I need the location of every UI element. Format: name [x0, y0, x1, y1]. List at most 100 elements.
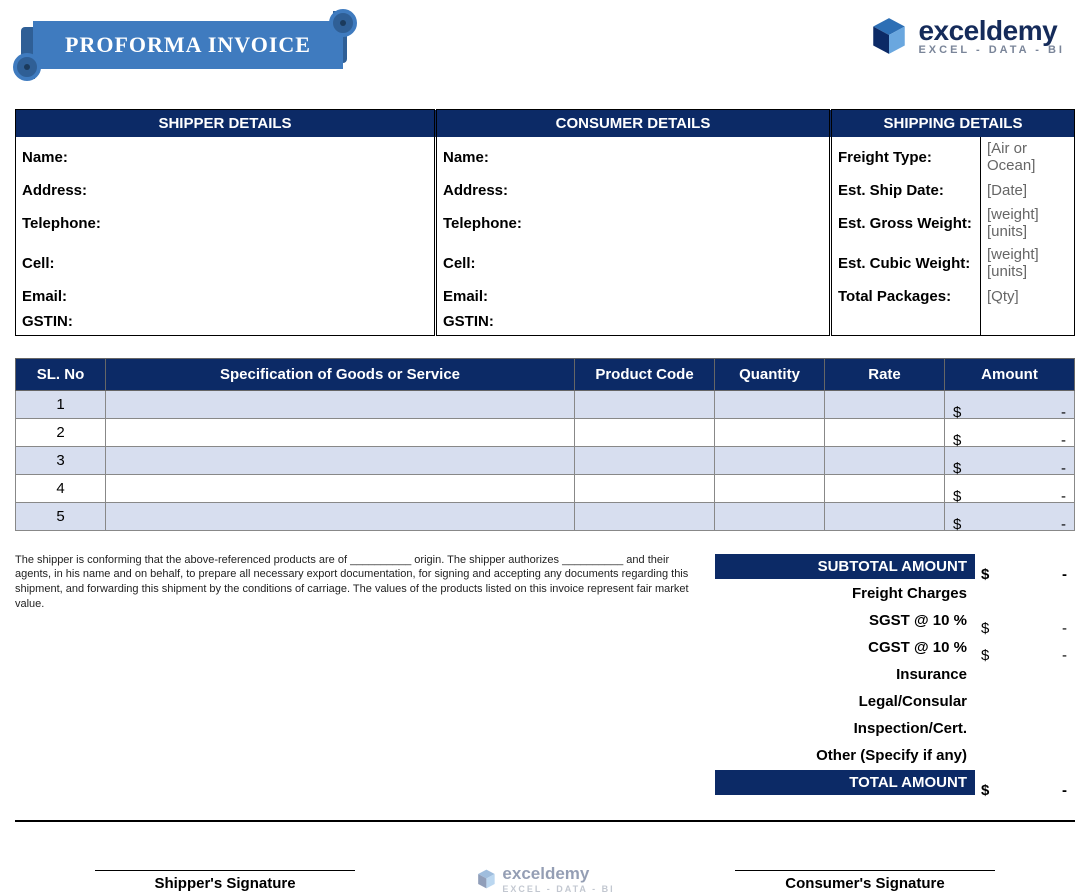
totals-line-label: SGST @ 10 % [715, 612, 975, 629]
shipper-signature-label: Shipper's Signature [95, 870, 355, 892]
cell-slno: 1 [16, 390, 106, 418]
consumer-field-label: Telephone: [436, 203, 831, 243]
cell-spec [106, 390, 575, 418]
shipping-field-label: Freight Type: [831, 137, 981, 177]
cell-slno: 4 [16, 474, 106, 502]
totals-line-label: Freight Charges [715, 585, 975, 602]
brand-name: exceldemy [918, 17, 1065, 45]
totals-line: Legal/Consular [715, 688, 1075, 715]
shipping-field-label: Total Packages: [831, 283, 981, 309]
items-col-header: Amount [945, 358, 1075, 390]
cell-qty [715, 502, 825, 530]
ribbon-scroll-icon [329, 9, 357, 37]
cell-rate [825, 418, 945, 446]
subtotal-label: SUBTOTAL AMOUNT [715, 554, 975, 579]
totals-line-label: Insurance [715, 666, 975, 683]
consumer-field-label: Address: [436, 177, 831, 203]
table-row: 3 $- [16, 446, 1075, 474]
footer-brand: exceldemy EXCEL - DATA - BI [475, 864, 614, 894]
consumer-field-label: Name: [436, 137, 831, 177]
cell-slno: 2 [16, 418, 106, 446]
cell-amount: $- [945, 474, 1075, 502]
totals-line-label: Other (Specify if any) [715, 747, 975, 764]
shipping-field-label: Est. Ship Date: [831, 177, 981, 203]
table-row: 2 $- [16, 418, 1075, 446]
cell-qty [715, 474, 825, 502]
table-row: 1$- [16, 390, 1075, 418]
signature-area: Shipper's Signature exceldemy EXCEL - DA… [15, 820, 1075, 892]
consumer-field-label: Cell: [436, 243, 831, 283]
details-table: SHIPPER DETAILS CONSUMER DETAILS SHIPPIN… [15, 109, 1075, 336]
subtotal-row: SUBTOTAL AMOUNT $ - [715, 553, 1075, 580]
cell-code [575, 474, 715, 502]
shipper-field-label: Telephone: [16, 203, 436, 243]
page-title: PROFORMA INVOICE [33, 21, 343, 69]
totals-line-label: Inspection/Cert. [715, 720, 975, 737]
shipper-heading: SHIPPER DETAILS [16, 110, 436, 138]
shipping-field-value: [Air or Ocean] [981, 137, 1075, 177]
cell-slno: 3 [16, 446, 106, 474]
cell-spec [106, 418, 575, 446]
cell-spec [106, 474, 575, 502]
items-col-header: Quantity [715, 358, 825, 390]
consumer-field-label: GSTIN: [436, 309, 831, 335]
shipping-field-label: Est. Gross Weight: [831, 203, 981, 243]
cell-slno: 5 [16, 502, 106, 530]
cell-amount: $- [945, 446, 1075, 474]
shipping-field-value: [Date] [981, 177, 1075, 203]
totals-line-label: CGST @ 10 % [715, 639, 975, 656]
cell-spec [106, 446, 575, 474]
cell-code [575, 446, 715, 474]
cell-code [575, 502, 715, 530]
totals-line: Freight Charges [715, 580, 1075, 607]
cell-rate [825, 446, 945, 474]
items-col-header: Specification of Goods or Service [106, 358, 575, 390]
totals-line: Other (Specify if any) [715, 742, 1075, 769]
declaration-text: The shipper is conforming that the above… [15, 553, 715, 796]
cell-code [575, 418, 715, 446]
shipper-field-label: Email: [16, 283, 436, 309]
totals-line: Inspection/Cert. [715, 715, 1075, 742]
totals-line-label: Legal/Consular [715, 693, 975, 710]
shipping-field-label: Est. Cubic Weight: [831, 243, 981, 283]
shipping-field-value: [weight] [units] [981, 203, 1075, 243]
cell-rate [825, 474, 945, 502]
title-ribbon: PROFORMA INVOICE [15, 15, 365, 85]
cell-amount: $- [945, 502, 1075, 530]
consumer-field-label: Email: [436, 283, 831, 309]
cube-icon [868, 15, 910, 57]
items-col-header: SL. No [16, 358, 106, 390]
total-row: TOTAL AMOUNT $ - [715, 769, 1075, 796]
items-col-header: Product Code [575, 358, 715, 390]
shipping-field-value [981, 309, 1075, 335]
shipping-heading: SHIPPING DETAILS [831, 110, 1075, 138]
totals-line: Insurance [715, 661, 1075, 688]
cell-spec [106, 502, 575, 530]
cell-qty [715, 390, 825, 418]
cell-rate [825, 390, 945, 418]
cube-icon [475, 868, 497, 890]
shipper-field-label: Name: [16, 137, 436, 177]
cell-rate [825, 502, 945, 530]
consumer-signature-label: Consumer's Signature [735, 870, 995, 892]
cell-qty [715, 418, 825, 446]
items-col-header: Rate [825, 358, 945, 390]
consumer-heading: CONSUMER DETAILS [436, 110, 831, 138]
table-row: 5 $- [16, 502, 1075, 530]
cell-code [575, 390, 715, 418]
items-table: SL. NoSpecification of Goods or ServiceP… [15, 358, 1075, 531]
brand-tagline: EXCEL - DATA - BI [918, 45, 1065, 56]
cell-qty [715, 446, 825, 474]
brand-logo: exceldemy EXCEL - DATA - BI [868, 15, 1065, 57]
ribbon-scroll-icon [13, 53, 41, 81]
cell-amount: $- [945, 418, 1075, 446]
shipping-field-value: [weight] [units] [981, 243, 1075, 283]
shipper-field-label: GSTIN: [16, 309, 436, 335]
totals-line: CGST @ 10 %$- [715, 634, 1075, 661]
shipping-field-value: [Qty] [981, 283, 1075, 309]
total-label: TOTAL AMOUNT [715, 770, 975, 795]
totals-line: SGST @ 10 %$- [715, 607, 1075, 634]
shipper-field-label: Cell: [16, 243, 436, 283]
shipping-field-label [831, 309, 981, 335]
shipper-field-label: Address: [16, 177, 436, 203]
